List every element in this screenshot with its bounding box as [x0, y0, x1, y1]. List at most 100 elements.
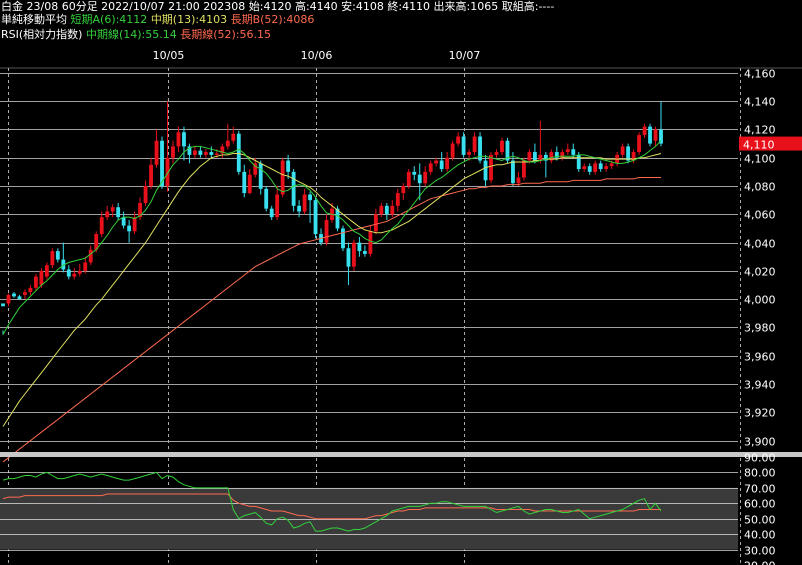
candle-body [286, 160, 291, 172]
candle-body [406, 171, 411, 187]
candle-body [362, 251, 367, 254]
rsi-axis-tick: 90.00 [744, 452, 776, 465]
candle-body [560, 152, 565, 158]
candle-body [461, 136, 466, 155]
candle-body [127, 225, 132, 232]
candle-body [604, 166, 609, 170]
candle-body [532, 152, 537, 161]
candle-body [176, 132, 181, 147]
pane-separator [0, 452, 802, 457]
price-axis-tick: 4,120 [744, 124, 776, 137]
date-label: 10/05 [153, 49, 185, 62]
candle-body [346, 248, 351, 267]
price-axis-tick: 4,100 [744, 153, 776, 166]
candle-body [23, 292, 27, 295]
candle-body [242, 171, 247, 194]
candle-body [121, 217, 126, 226]
candle-body [395, 193, 400, 206]
candle-body [143, 186, 148, 203]
candle-body [445, 157, 450, 170]
candle-body [154, 140, 159, 165]
candle-body [99, 217, 104, 235]
candle-body [149, 164, 153, 187]
candle-body [209, 152, 214, 155]
candle-body [17, 296, 22, 300]
candle-body [637, 135, 641, 153]
candle-body [571, 149, 576, 155]
candle-body [44, 265, 49, 277]
price-axis-tick: 4,040 [744, 238, 776, 251]
candle-body [231, 133, 236, 141]
price-axis-tick: 3,960 [744, 351, 776, 364]
candle-body [198, 150, 203, 155]
candle-body [368, 231, 373, 254]
price-axis-tick: 4,080 [744, 181, 776, 194]
candle-body [511, 160, 515, 184]
candle-body [324, 219, 329, 243]
candle-body [182, 132, 186, 147]
candle-body [50, 251, 55, 266]
candle-body [456, 136, 461, 144]
candle-body [171, 146, 175, 158]
candle-body [593, 163, 598, 172]
candle-body [417, 174, 422, 184]
candle-body [373, 214, 378, 232]
candle-body [12, 293, 16, 297]
candle-body [1, 303, 5, 307]
candle-body [132, 217, 137, 232]
candle-body [341, 228, 345, 249]
candle-body [258, 163, 263, 189]
candle-body [494, 152, 499, 155]
price-axis-tick: 4,060 [744, 209, 776, 222]
candle-body [66, 269, 71, 277]
price-axis-tick: 3,980 [744, 322, 776, 335]
rsi-axis-tick: 70.00 [744, 483, 776, 496]
candle-body [642, 126, 647, 136]
candle-body [116, 207, 121, 218]
candle-body [72, 273, 77, 277]
price-chart[interactable]: 4,160 4,140 4,120 4,100 4,080 4,060 4,040 4,020… [0, 0, 802, 565]
candle-body [214, 153, 219, 155]
candle-body [439, 160, 444, 170]
candle-body [401, 186, 406, 194]
price-axis-tick: 4,000 [744, 294, 776, 307]
candle-body [379, 205, 384, 215]
candle-body [565, 149, 570, 153]
candle-body [225, 140, 230, 147]
ma-short-line [2, 140, 662, 335]
candle-body [620, 146, 625, 155]
rsi-band [0, 487, 738, 550]
candle-body [39, 270, 44, 286]
candle-body [384, 205, 389, 215]
candle-body [313, 200, 318, 235]
rsi-axis-tick: 20.00 [744, 560, 776, 565]
candle-body [428, 163, 433, 172]
candle-body [280, 160, 285, 195]
candle-body [308, 194, 312, 201]
candle-body [423, 171, 428, 184]
candle-body [390, 205, 395, 215]
candle-body [105, 211, 110, 218]
candle-body [291, 171, 296, 206]
candle-body [516, 177, 521, 184]
date-label: 10/06 [301, 49, 333, 62]
candle-body [527, 152, 532, 161]
candle-body [55, 251, 60, 260]
price-axis-tick: 4,140 [744, 96, 776, 109]
candle-body [609, 163, 614, 167]
candle-body [450, 143, 455, 158]
current-price-label: 4,110 [743, 139, 775, 152]
candle-body [472, 136, 477, 153]
candle-body [110, 207, 115, 212]
candle-body [587, 166, 592, 172]
candle-body [521, 160, 526, 178]
candle-body [264, 188, 269, 209]
date-label: 10/07 [449, 49, 481, 62]
candle-body [6, 294, 11, 304]
candle-body [582, 166, 587, 170]
candle-body [500, 140, 504, 153]
candle-body [489, 154, 493, 181]
candle-body [83, 262, 88, 271]
candle-body [352, 242, 356, 267]
candle-body [357, 242, 362, 252]
